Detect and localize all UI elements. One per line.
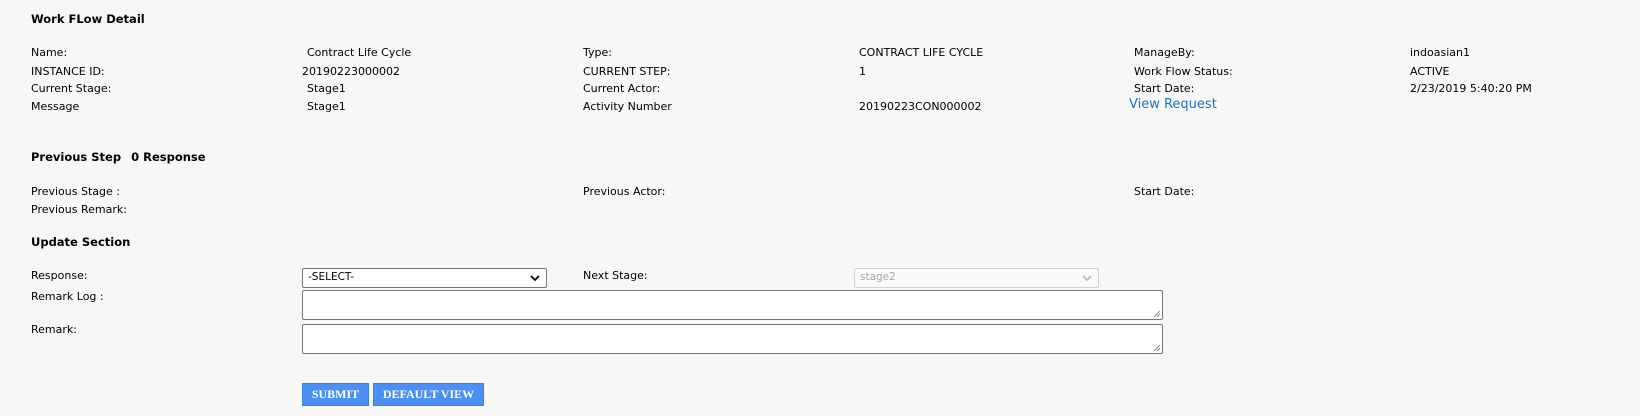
response-count: 0 Response [131, 150, 206, 164]
name-value: Contract Life Cycle [307, 46, 412, 59]
view-request-link[interactable]: View Request [1129, 97, 1217, 112]
update-section-heading: Update Section [31, 235, 131, 249]
activity-number-label: Activity Number [583, 100, 672, 113]
remark-label: Remark: [31, 323, 77, 336]
response-select[interactable]: -SELECT- [302, 268, 547, 288]
name-label: Name: [31, 46, 68, 59]
response-selected-value: -SELECT- [308, 271, 355, 283]
response-label: Response: [31, 269, 88, 282]
manageby-value: indoasian1 [1410, 46, 1470, 59]
previous-start-date-label: Start Date: [1134, 185, 1195, 198]
type-value: CONTRACT LIFE CYCLE [859, 46, 984, 59]
workflow-heading: Work FLow Detail [31, 12, 145, 26]
remark-textarea[interactable] [302, 324, 1163, 354]
chevron-down-icon [530, 275, 540, 282]
resize-grip-icon[interactable] [1153, 310, 1161, 318]
workflow-status-value: ACTIVE [1410, 65, 1450, 78]
next-stage-label: Next Stage: [583, 269, 648, 282]
previous-step-title: Previous Step [31, 150, 122, 164]
remark-log-label: Remark Log : [31, 290, 104, 303]
current-step-label: CURRENT STEP: [583, 65, 671, 78]
message-value: Stage1 [307, 100, 346, 113]
next-stage-selected-value: stage2 [860, 271, 896, 283]
workflow-status-label: Work Flow Status: [1134, 65, 1233, 78]
previous-actor-label: Previous Actor: [583, 185, 666, 198]
current-actor-label: Current Actor: [583, 82, 661, 95]
type-label: Type: [583, 46, 612, 59]
next-stage-select: stage2 [854, 268, 1099, 288]
start-date-label: Start Date: [1134, 82, 1195, 95]
previous-step-heading: Previous Step 0 Response [31, 150, 206, 164]
message-label: Message [31, 100, 80, 113]
instance-id-label: INSTANCE ID: [31, 65, 105, 78]
submit-button[interactable]: SUBMIT [302, 383, 369, 406]
current-stage-value: Stage1 [307, 82, 346, 95]
manageby-label: ManageBy: [1134, 46, 1195, 59]
activity-number-value: 20190223CON000002 [859, 100, 982, 113]
remark-log-textarea[interactable] [302, 290, 1163, 320]
default-view-button[interactable]: DEFAULT VIEW [373, 383, 484, 406]
start-date-value: 2/23/2019 5:40:20 PM [1410, 82, 1532, 95]
resize-grip-icon[interactable] [1153, 344, 1161, 352]
chevron-down-icon [1082, 275, 1092, 282]
instance-id-value: 20190223000002 [302, 65, 400, 78]
current-step-value: 1 [859, 65, 866, 78]
current-stage-label: Current Stage: [31, 82, 112, 95]
previous-stage-label: Previous Stage : [31, 185, 120, 198]
previous-remark-label: Previous Remark: [31, 203, 127, 216]
